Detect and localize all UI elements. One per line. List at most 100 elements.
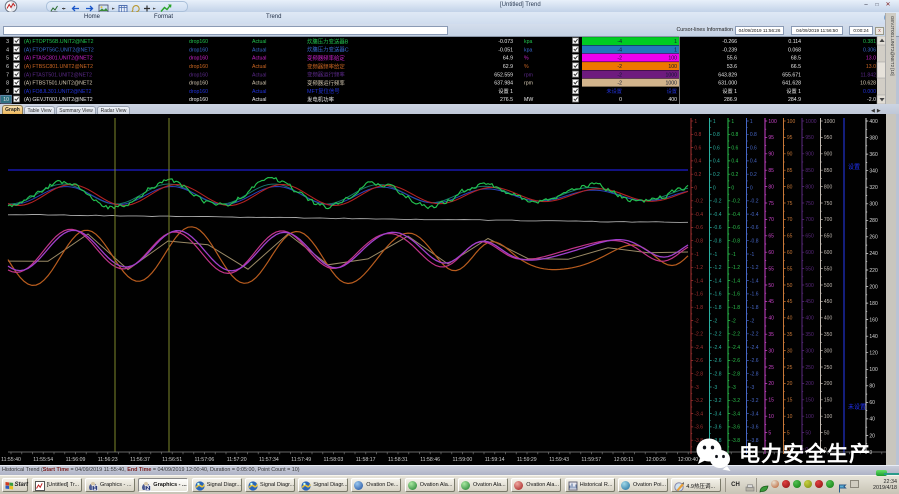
svg-text:rpm: rpm: [524, 81, 533, 87]
svg-text:750: 750: [824, 201, 833, 207]
svg-text:1: 1: [731, 119, 734, 125]
svg-text:-3.2: -3.2: [750, 398, 759, 404]
svg-text:0: 0: [731, 185, 734, 191]
svg-text:80: 80: [787, 184, 793, 190]
svg-text:300: 300: [869, 202, 878, 208]
svg-text:-1.6: -1.6: [750, 292, 759, 298]
svg-text:250: 250: [824, 365, 833, 371]
svg-text:360: 360: [869, 152, 878, 158]
svg-text:0.6: 0.6: [731, 145, 738, 151]
svg-text:200: 200: [869, 284, 878, 290]
svg-text:-1.8: -1.8: [713, 305, 722, 311]
svg-text:-3.2: -3.2: [731, 398, 740, 404]
svg-text:-0.2: -0.2: [713, 199, 722, 205]
svg-text:0.8: 0.8: [750, 132, 757, 138]
svg-text:0.2: 0.2: [731, 172, 738, 178]
svg-text:20: 20: [768, 381, 774, 387]
svg-text:-2.8: -2.8: [750, 372, 759, 378]
svg-text:2: 2: [147, 485, 150, 490]
svg-text:-3.6: -3.6: [731, 425, 740, 431]
svg-text:-1.4: -1.4: [713, 278, 722, 284]
svg-text:-3.4: -3.4: [694, 411, 703, 417]
svg-text:-3.4: -3.4: [713, 411, 722, 417]
svg-text:drop160: drop160: [189, 72, 208, 78]
svg-text:7: 7: [6, 72, 9, 78]
svg-text:11:55:40: 11:55:40: [1, 457, 21, 463]
svg-text:变频器运行频率: 变频器运行频率: [307, 79, 345, 87]
svg-text:-2.8: -2.8: [694, 372, 703, 378]
svg-text:40: 40: [768, 316, 774, 322]
svg-text:1: 1: [750, 119, 753, 125]
svg-text:85: 85: [768, 168, 774, 174]
svg-text:电力安全生产: 电力安全生产: [739, 442, 871, 466]
svg-text:未设置: 未设置: [848, 403, 866, 411]
svg-text:-2: -2: [750, 318, 755, 324]
svg-text:100: 100: [668, 64, 677, 70]
svg-text:15: 15: [787, 398, 793, 404]
svg-text:400: 400: [824, 316, 833, 322]
svg-text:Actual: Actual: [252, 97, 266, 103]
svg-text:0: 0: [750, 185, 753, 191]
svg-text:3: 3: [6, 39, 9, 45]
svg-text:炊膓压力变送器C: 炊膓压力变送器C: [307, 46, 349, 54]
svg-text:11:58:46: 11:58:46: [420, 457, 440, 463]
svg-text:10: 10: [787, 414, 793, 420]
svg-text:643.829: 643.829: [718, 72, 737, 78]
svg-text:-3.6: -3.6: [713, 425, 722, 431]
svg-text:drop160: drop160: [189, 97, 208, 103]
svg-text:11:58:17: 11:58:17: [356, 457, 376, 463]
svg-text:160: 160: [869, 317, 878, 323]
svg-text:-3: -3: [694, 385, 699, 391]
svg-text:-1.6: -1.6: [694, 292, 703, 298]
svg-text:-1: -1: [694, 252, 699, 258]
svg-text:9: 9: [6, 89, 9, 95]
svg-text:400: 400: [668, 97, 677, 103]
svg-text:-1.4: -1.4: [731, 278, 740, 284]
svg-text:-3.6: -3.6: [694, 425, 703, 431]
svg-text:1: 1: [93, 485, 96, 490]
svg-text:140: 140: [869, 334, 878, 340]
svg-text:70: 70: [768, 217, 774, 223]
svg-text:12:00:26: 12:00:26: [646, 457, 666, 463]
svg-text:0.8: 0.8: [694, 132, 701, 138]
svg-text:10.628: 10.628: [860, 81, 876, 87]
svg-text:-0.8: -0.8: [731, 239, 740, 245]
svg-text:90: 90: [787, 152, 793, 158]
svg-text:900: 900: [824, 152, 833, 158]
svg-text:0.4: 0.4: [713, 159, 720, 165]
svg-text:30: 30: [787, 348, 793, 354]
svg-text:100: 100: [768, 119, 777, 125]
svg-text:180: 180: [869, 301, 878, 307]
svg-text:950: 950: [805, 135, 814, 141]
svg-text:-1.8: -1.8: [750, 305, 759, 311]
svg-text:0.4: 0.4: [731, 159, 738, 165]
svg-text:0.306: 0.306: [863, 47, 876, 53]
svg-text:%: %: [524, 64, 529, 70]
svg-text:400: 400: [805, 316, 814, 322]
svg-text:80: 80: [768, 184, 774, 190]
svg-text:-4: -4: [617, 39, 622, 45]
svg-text:652.559: 652.559: [494, 72, 513, 78]
svg-text:Actual: Actual: [252, 81, 266, 87]
svg-text:150: 150: [824, 398, 833, 404]
svg-text:6: 6: [6, 64, 9, 70]
svg-text:1: 1: [694, 119, 697, 125]
svg-text:10: 10: [3, 97, 9, 103]
svg-text:60: 60: [869, 400, 875, 406]
svg-text:-2.2: -2.2: [713, 332, 722, 338]
svg-text:-0.2: -0.2: [731, 199, 740, 205]
svg-text:13.0: 13.0: [866, 56, 876, 62]
svg-text:15: 15: [768, 398, 774, 404]
svg-text:1: 1: [674, 47, 677, 53]
svg-text:-0.8: -0.8: [750, 239, 759, 245]
svg-text:Actual: Actual: [252, 39, 266, 45]
svg-text:0.6: 0.6: [750, 145, 757, 151]
svg-text:-3.6: -3.6: [750, 425, 759, 431]
svg-text:-0.4: -0.4: [694, 212, 703, 218]
svg-text:66.5: 66.5: [791, 64, 801, 70]
svg-text:-2.0: -2.0: [867, 97, 876, 103]
svg-text:-2.8: -2.8: [731, 372, 740, 378]
svg-text:(A) FTASC801.UNIT2@NET2: (A) FTASC801.UNIT2@NET2: [24, 56, 93, 62]
svg-text:-1.2: -1.2: [713, 265, 722, 271]
svg-text:-2.6: -2.6: [694, 358, 703, 364]
